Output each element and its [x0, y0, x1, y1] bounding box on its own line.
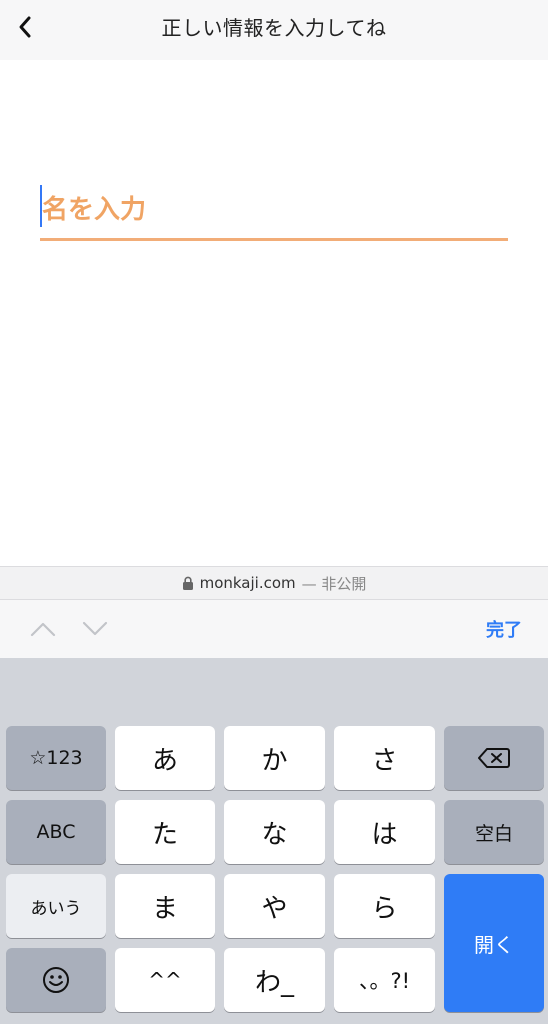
- done-button[interactable]: 完了: [486, 616, 522, 642]
- url-domain: monkaji.com: [199, 574, 296, 592]
- japanese-kana-keyboard: ☆123 ABC あいう あ か さ た な は ま や ら ^^ わ_ 、。?…: [0, 658, 548, 1024]
- key-enter[interactable]: 開く: [444, 874, 544, 1012]
- key-ma[interactable]: ま: [115, 874, 215, 938]
- field-underline: [40, 238, 508, 241]
- key-punctuation[interactable]: 、。?!: [334, 948, 435, 1012]
- key-abc[interactable]: ABC: [6, 800, 106, 864]
- key-ha[interactable]: は: [334, 800, 435, 864]
- key-space[interactable]: 空白: [444, 800, 544, 864]
- next-field-button[interactable]: [80, 614, 110, 644]
- backspace-icon: [478, 748, 510, 768]
- key-emoji[interactable]: [6, 948, 106, 1012]
- key-kaomoji[interactable]: ^^: [115, 948, 215, 1012]
- key-wa[interactable]: わ_: [224, 948, 325, 1012]
- key-sa[interactable]: さ: [334, 726, 435, 790]
- chevron-up-icon: [30, 622, 56, 637]
- key-ka[interactable]: か: [224, 726, 325, 790]
- navigation-header: 正しい情報を入力してね: [0, 0, 548, 60]
- text-caret: [40, 185, 42, 227]
- key-na[interactable]: な: [224, 800, 325, 864]
- previous-field-button[interactable]: [28, 614, 58, 644]
- keyboard-accessory-bar: 完了: [0, 600, 548, 658]
- key-ta[interactable]: た: [115, 800, 215, 864]
- key-numbers[interactable]: ☆123: [6, 726, 106, 790]
- name-field: [40, 180, 508, 242]
- url-note: — 非公開: [301, 574, 367, 593]
- key-a[interactable]: あ: [115, 726, 215, 790]
- chevron-down-icon: [82, 621, 108, 636]
- key-backspace[interactable]: [444, 726, 544, 790]
- lock-icon: [182, 576, 194, 590]
- name-input[interactable]: [40, 180, 508, 240]
- url-bar[interactable]: monkaji.com — 非公開: [0, 566, 548, 600]
- key-ra[interactable]: ら: [334, 874, 435, 938]
- key-ya[interactable]: や: [224, 874, 325, 938]
- key-kana[interactable]: あいう: [6, 874, 106, 938]
- page-title: 正しい情報を入力してね: [161, 16, 387, 40]
- emoji-icon: [43, 967, 69, 993]
